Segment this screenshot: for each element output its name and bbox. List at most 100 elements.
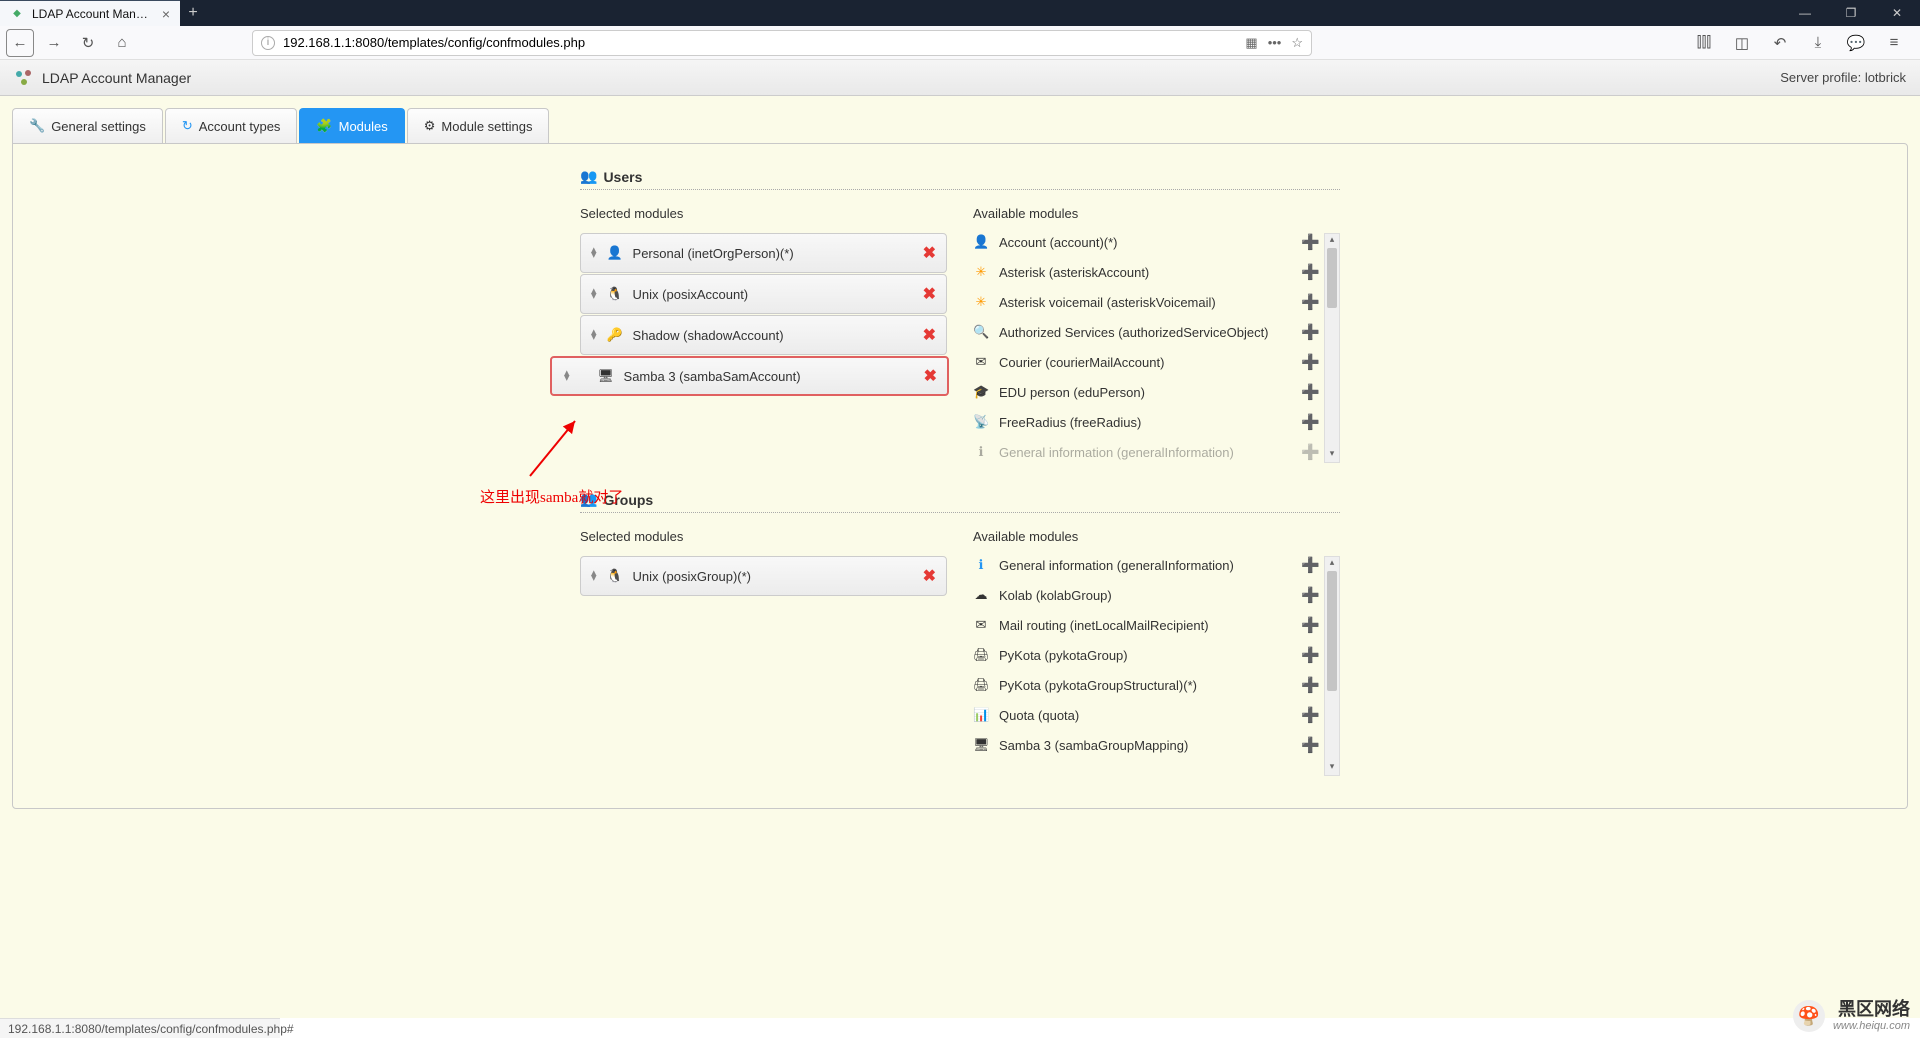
watermark-logo-icon: 🍄 [1793, 1000, 1825, 1032]
module-name: Asterisk voicemail (asteriskVoicemail) [999, 295, 1291, 310]
scrollbar[interactable]: ▴ ▾ [1324, 233, 1340, 463]
drag-handle-icon[interactable]: ▴▾ [591, 330, 597, 340]
section-groups: 👥 Groups Selected modules ▴▾ 🐧 Unix (pos… [580, 491, 1340, 754]
chat-icon[interactable]: 💬 [1842, 29, 1870, 57]
section-header-groups: 👥 Groups [580, 491, 1340, 513]
server-profile[interactable]: Server profile: lotbrick [1780, 70, 1906, 85]
add-icon[interactable]: ➕ [1301, 586, 1320, 604]
users-selected-list: ▴▾ 👤 Personal (inetOrgPerson)(*) ✖ ▴▾ 🐧 … [580, 233, 947, 396]
scroll-up-icon[interactable]: ▴ [1325, 234, 1339, 248]
remove-icon[interactable]: ✖ [923, 325, 936, 345]
module-icon: ✳ [973, 264, 989, 280]
scrollbar-thumb[interactable] [1327, 571, 1337, 691]
selected-module-row[interactable]: ▴▾ 🐧 Unix (posixAccount) ✖ [580, 274, 947, 314]
downloads-icon[interactable]: ⤓ [1804, 29, 1832, 57]
scroll-down-icon[interactable]: ▾ [1325, 448, 1339, 462]
window-controls: — ❐ ✕ [1782, 0, 1920, 26]
module-name: Account (account)(*) [999, 235, 1291, 250]
add-icon[interactable]: ➕ [1301, 616, 1320, 634]
selected-module-row[interactable]: ▴▾ 🔑 Shadow (shadowAccount) ✖ [580, 315, 947, 355]
module-name: Unix (posixAccount) [633, 287, 913, 302]
drag-handle-icon[interactable]: ▴▾ [591, 248, 597, 258]
add-icon[interactable]: ➕ [1301, 233, 1320, 251]
add-icon[interactable]: ➕ [1301, 263, 1320, 281]
module-name: Samba 3 (sambaSamAccount) [624, 369, 914, 384]
url-input[interactable] [283, 35, 1237, 50]
selected-module-row[interactable]: ▴▾ 🐧 Unix (posixGroup)(*) ✖ [580, 556, 947, 596]
remove-icon[interactable]: ✖ [923, 566, 936, 586]
available-module-row: 🖥Samba 3 (sambaGroupMapping)➕ [973, 736, 1320, 754]
scrollbar[interactable]: ▴ ▾ [1324, 556, 1340, 776]
add-icon[interactable]: ➕ [1301, 646, 1320, 664]
add-icon[interactable]: ➕ [1301, 353, 1320, 371]
scroll-up-icon[interactable]: ▴ [1325, 557, 1339, 571]
available-module-row: 📊Quota (quota)➕ [973, 706, 1320, 724]
add-icon[interactable]: ➕ [1301, 706, 1320, 724]
forward-button[interactable]: → [40, 29, 68, 57]
tab-modules[interactable]: 🧩Modules [299, 108, 404, 143]
add-icon[interactable]: ➕ [1301, 413, 1320, 431]
module-name: General information (generalInformation) [999, 558, 1291, 573]
module-name: Unix (posixGroup)(*) [633, 569, 913, 584]
tab-account-types[interactable]: ↻Account types [165, 108, 298, 143]
section-header-users: 👥 Users [580, 168, 1340, 190]
bookmark-star-icon[interactable]: ☆ [1291, 35, 1303, 51]
module-name: Courier (courierMailAccount) [999, 355, 1291, 370]
scroll-down-icon[interactable]: ▾ [1325, 761, 1339, 775]
add-icon[interactable]: ➕ [1301, 323, 1320, 341]
maximize-button[interactable]: ❐ [1828, 0, 1874, 26]
selected-module-row-samba[interactable]: ▴▾ 🖥 Samba 3 (sambaSamAccount) ✖ [550, 356, 949, 396]
module-name: General information (generalInformation) [999, 445, 1291, 460]
favicon-icon: ◆ [10, 7, 24, 21]
add-icon[interactable]: ➕ [1301, 383, 1320, 401]
library-icon[interactable]: ⫿⫿⫿ [1690, 29, 1718, 57]
remove-icon[interactable]: ✖ [923, 284, 936, 304]
app-header: LDAP Account Manager Server profile: lot… [0, 60, 1920, 96]
watermark: 🍄 黑区网络 www.heiqu.com [1793, 1000, 1910, 1032]
tab-general-settings[interactable]: 🔧General settings [12, 108, 163, 143]
module-icon: 🖨 [973, 677, 989, 693]
add-icon[interactable]: ➕ [1301, 676, 1320, 694]
module-icon: ☁ [973, 587, 989, 603]
module-name: EDU person (eduPerson) [999, 385, 1291, 400]
tab-close-icon[interactable]: × [162, 6, 170, 22]
reload-button[interactable]: ↻ [74, 29, 102, 57]
close-button[interactable]: ✕ [1874, 0, 1920, 26]
module-icon: 🐧 [607, 568, 623, 584]
add-icon[interactable]: ➕ [1301, 443, 1320, 461]
more-icon[interactable]: ••• [1268, 35, 1282, 51]
drag-handle-icon[interactable]: ▴▾ [564, 371, 570, 381]
remove-icon[interactable]: ✖ [924, 366, 937, 386]
sidebar-icon[interactable]: ◫ [1728, 29, 1756, 57]
menu-icon[interactable]: ≡ [1880, 29, 1908, 57]
url-bar[interactable]: i ▦ ••• ☆ [252, 30, 1312, 56]
module-icon: ℹ [973, 557, 989, 573]
module-icon: 📊 [973, 707, 989, 723]
new-tab-button[interactable]: + [180, 0, 206, 26]
modules-icon: 🧩 [316, 118, 332, 134]
drag-handle-icon[interactable]: ▴▾ [591, 289, 597, 299]
module-name: Kolab (kolabGroup) [999, 588, 1291, 603]
users-title: Users [603, 169, 642, 185]
add-icon[interactable]: ➕ [1301, 556, 1320, 574]
module-icon: 👤 [973, 234, 989, 250]
add-icon[interactable]: ➕ [1301, 293, 1320, 311]
selected-module-row[interactable]: ▴▾ 👤 Personal (inetOrgPerson)(*) ✖ [580, 233, 947, 273]
browser-tab[interactable]: ◆ LDAP Account Manager Con × [0, 0, 180, 26]
minimize-button[interactable]: — [1782, 0, 1828, 26]
qr-icon[interactable]: ▦ [1245, 35, 1257, 51]
gear-icon: ⚙ [424, 118, 436, 134]
module-icon: 🐧 [607, 286, 623, 302]
module-icon: 🔍 [973, 324, 989, 340]
home-button[interactable]: ⌂ [108, 29, 136, 57]
remove-icon[interactable]: ✖ [923, 243, 936, 263]
tab-module-settings[interactable]: ⚙Module settings [407, 108, 550, 143]
module-icon: 📡 [973, 414, 989, 430]
scrollbar-thumb[interactable] [1327, 248, 1337, 308]
back-button[interactable]: ← [6, 29, 34, 57]
drag-handle-icon[interactable]: ▴▾ [591, 571, 597, 581]
add-icon[interactable]: ➕ [1301, 736, 1320, 754]
site-info-icon[interactable]: i [261, 36, 275, 50]
module-name: Personal (inetOrgPerson)(*) [633, 246, 913, 261]
undo-icon[interactable]: ↶ [1766, 29, 1794, 57]
